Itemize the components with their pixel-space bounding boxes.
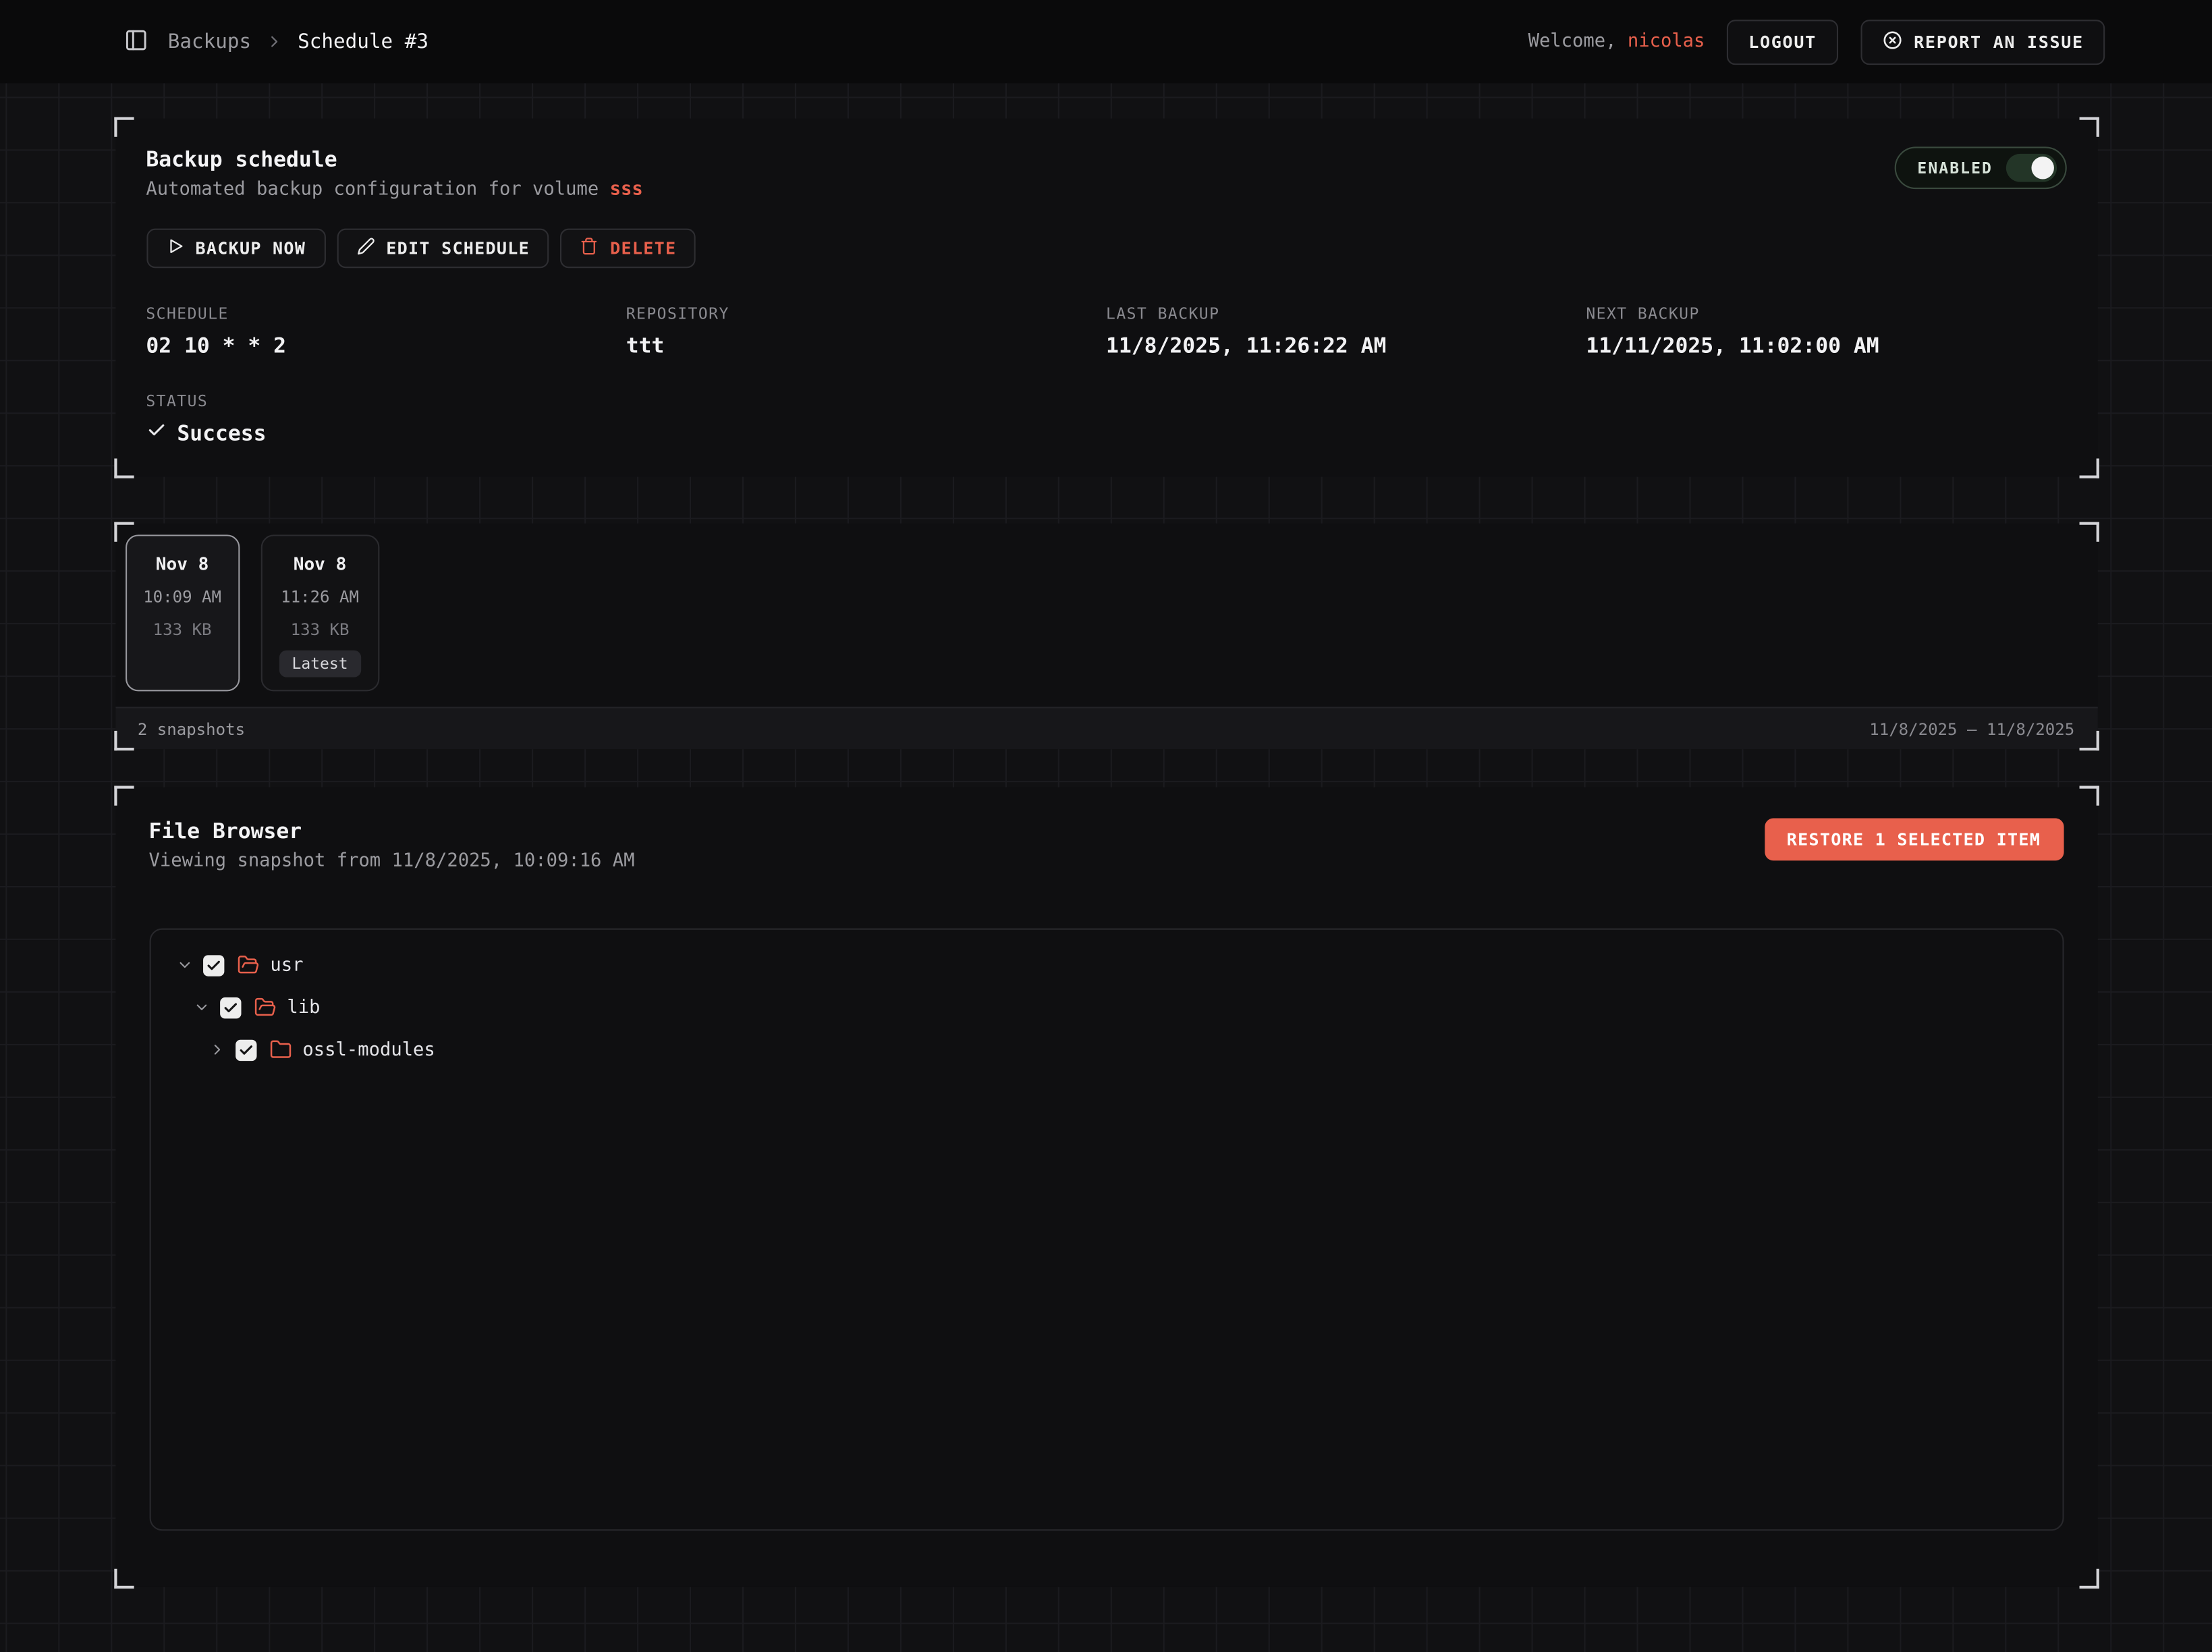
snapshot-date: Nov 8 — [143, 553, 221, 574]
folder-open-icon — [236, 954, 258, 976]
tree-item-name: usr — [270, 954, 303, 975]
snapshot-date: Nov 8 — [279, 553, 361, 574]
file-browser-title: File Browser — [149, 819, 635, 844]
snapshot-count: 2 snapshots — [138, 719, 245, 738]
snapshots-footer: 2 snapshots 11/8/2025 – 11/8/2025 — [115, 707, 2097, 749]
folder-open-icon — [253, 996, 275, 1018]
edit-schedule-button[interactable]: EDIT SCHEDULE — [337, 229, 549, 269]
status-value: Success — [146, 420, 2066, 446]
field-schedule: SCHEDULE 02 10 * * 2 — [146, 305, 626, 358]
corner-bracket — [113, 117, 133, 137]
delete-label: DELETE — [610, 238, 676, 258]
chevron-down-icon[interactable] — [175, 956, 192, 973]
topbar: Backups Schedule #3 Welcome, nicolas LOG… — [0, 0, 2212, 83]
delete-button[interactable]: DELETE — [561, 229, 696, 269]
status-text: Success — [177, 420, 266, 446]
tree-row-ossl-modules[interactable]: ossl-modules — [150, 1028, 2062, 1071]
schedule-panel-subtitle: Automated backup configuration for volum… — [146, 180, 642, 200]
corner-bracket — [113, 1569, 133, 1589]
latest-badge: Latest — [279, 651, 361, 678]
edit-schedule-label: EDIT SCHEDULE — [386, 238, 530, 258]
field-label: LAST BACKUP — [1106, 305, 1586, 323]
corner-bracket — [2078, 731, 2098, 750]
main-content: Backup schedule Automated backup configu… — [115, 119, 2097, 1587]
volume-name: sss — [610, 180, 643, 200]
enabled-label: ENABLED — [1917, 159, 1993, 177]
username: nicolas — [1628, 31, 1705, 52]
field-repository: REPOSITORY ttt — [626, 305, 1106, 358]
enabled-toggle[interactable]: ENABLED — [1895, 146, 2066, 189]
toggle-switch[interactable] — [2006, 154, 2056, 182]
snapshot-size: 133 KB — [279, 620, 361, 639]
report-issue-button[interactable]: REPORT AN ISSUE — [1860, 19, 2105, 64]
page: Backups Schedule #3 Welcome, nicolas LOG… — [0, 0, 2212, 1652]
breadcrumb-section[interactable]: Backups — [168, 30, 251, 53]
status-label: STATUS — [146, 392, 2066, 410]
checkbox[interactable] — [202, 954, 223, 975]
field-value: ttt — [626, 333, 1106, 358]
field-value: 11/8/2025, 11:26:22 AM — [1106, 333, 1586, 358]
breadcrumb-page: Schedule #3 — [298, 30, 428, 53]
sidebar-toggle-button[interactable] — [124, 28, 148, 56]
field-status: STATUS Success — [146, 392, 2066, 445]
field-value: 02 10 * * 2 — [146, 333, 626, 358]
logout-button[interactable]: LOGOUT — [1727, 19, 1837, 64]
schedule-panel-title: Backup schedule — [146, 146, 642, 172]
snapshot-list: Nov 8 10:09 AM 133 KB Nov 8 11:26 AM 133… — [115, 524, 2097, 707]
tree-row-usr[interactable]: usr — [150, 944, 2062, 987]
tree-item-name: lib — [287, 997, 320, 1018]
snapshot-time: 10:09 AM — [143, 587, 221, 607]
folder-icon — [269, 1039, 291, 1061]
pencil-icon — [356, 237, 375, 259]
backup-now-button[interactable]: BACKUP NOW — [146, 229, 325, 269]
report-icon — [1881, 29, 1902, 55]
field-value: 11/11/2025, 11:02:00 AM — [1586, 333, 2066, 358]
file-tree: usr lib — [149, 929, 2064, 1531]
corner-bracket — [2078, 786, 2098, 805]
checkbox[interactable] — [235, 1039, 256, 1060]
snapshot-size: 133 KB — [143, 620, 221, 639]
corner-bracket — [2078, 1569, 2098, 1589]
file-browser-panel: File Browser Viewing snapshot from 11/8/… — [115, 788, 2097, 1587]
corner-bracket — [113, 458, 133, 478]
tree-item-name: ossl-modules — [302, 1039, 435, 1060]
field-label: REPOSITORY — [626, 305, 1106, 323]
play-icon — [166, 237, 184, 259]
corner-bracket — [2078, 522, 2098, 542]
logout-label: LOGOUT — [1748, 32, 1817, 51]
field-next-backup: NEXT BACKUP 11/11/2025, 11:02:00 AM — [1586, 305, 2066, 358]
snapshot-time: 11:26 AM — [279, 587, 361, 607]
corner-bracket — [2078, 117, 2098, 137]
breadcrumb: Backups Schedule #3 — [168, 30, 428, 53]
checkbox[interactable] — [219, 997, 240, 1018]
toggle-knob — [2030, 157, 2053, 179]
snapshot-date-range: 11/8/2025 – 11/8/2025 — [1869, 719, 2074, 738]
backup-schedule-panel: Backup schedule Automated backup configu… — [115, 119, 2097, 477]
chevron-right-icon — [265, 32, 283, 51]
field-label: NEXT BACKUP — [1586, 305, 2066, 323]
field-last-backup: LAST BACKUP 11/8/2025, 11:26:22 AM — [1106, 305, 1586, 358]
tree-row-lib[interactable]: lib — [150, 986, 2062, 1028]
report-label: REPORT AN ISSUE — [1914, 32, 2084, 51]
check-icon — [146, 420, 165, 446]
corner-bracket — [113, 731, 133, 750]
chevron-right-icon[interactable] — [208, 1041, 225, 1058]
snapshots-panel: Nov 8 10:09 AM 133 KB Nov 8 11:26 AM 133… — [115, 524, 2097, 749]
snapshot-card[interactable]: Nov 8 10:09 AM 133 KB — [125, 534, 240, 691]
chevron-down-icon[interactable] — [192, 999, 209, 1016]
file-browser-subtitle: Viewing snapshot from 11/8/2025, 10:09:1… — [149, 851, 635, 872]
welcome-text: Welcome, nicolas — [1528, 31, 1705, 52]
snapshot-card[interactable]: Nov 8 11:26 AM 133 KB Latest — [261, 534, 379, 691]
corner-bracket — [113, 522, 133, 542]
backup-now-label: BACKUP NOW — [196, 238, 306, 258]
restore-button[interactable]: RESTORE 1 SELECTED ITEM — [1764, 819, 2063, 861]
trash-icon — [580, 237, 599, 259]
corner-bracket — [113, 786, 133, 805]
corner-bracket — [2078, 458, 2098, 478]
panel-left-icon — [124, 28, 148, 56]
field-label: SCHEDULE — [146, 305, 626, 323]
